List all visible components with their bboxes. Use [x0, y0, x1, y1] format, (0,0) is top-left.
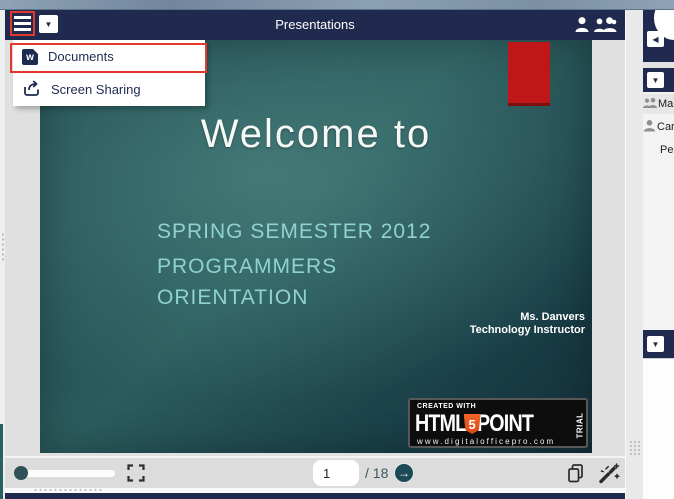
presentation-menu-dropdown: w Documents Screen Sharing [13, 40, 205, 106]
page-total-label: / 18 [365, 465, 388, 481]
html5point-trial-badge: CREATED WITH HTML 5 POINT www.digitaloff… [408, 398, 588, 448]
panel-resize-handle[interactable] [629, 440, 641, 456]
panel-gutter [625, 10, 643, 499]
slide-subtitle-line1: SPRING SEMESTER 2012 [157, 220, 431, 244]
credit-role: Technology Instructor [470, 324, 585, 337]
word-document-icon: w [22, 49, 38, 65]
window-bottom-edge [5, 493, 625, 499]
lower-panel-body [643, 358, 674, 499]
copy-pages-icon[interactable] [566, 463, 587, 489]
badge-created-with: CREATED WITH [417, 403, 476, 410]
users-list-header-bar: ▼ [643, 68, 674, 92]
lower-panel-header-bar: ▼ [643, 330, 674, 358]
fullscreen-icon[interactable] [127, 464, 145, 482]
slide-title: Welcome to [40, 112, 592, 157]
users-panel: ◀ ▼ Mai Car Peg ▼ [643, 10, 674, 499]
slide-subtitle-line2: PROGRAMMERS [157, 255, 337, 279]
menu-item-label: Screen Sharing [51, 82, 141, 97]
slide-credits: Ms. Danvers Technology Instructor [470, 311, 585, 337]
caret-left-icon: ◀ [652, 35, 658, 44]
credit-name: Ms. Danvers [470, 311, 585, 324]
caret-down-icon: ▼ [652, 76, 660, 85]
left-window-edge [0, 424, 3, 499]
slide-subtitle-line3: ORIENTATION [157, 286, 308, 310]
list-item-label: Peg [660, 144, 674, 156]
person-icon[interactable] [575, 16, 589, 38]
badge-trial-label: TRIAL [575, 412, 584, 438]
person-icon [643, 119, 656, 135]
group-icon[interactable] [594, 16, 617, 38]
list-item-user[interactable]: Peg [643, 140, 674, 160]
users-panel-header: ◀ [643, 10, 674, 62]
screen-share-icon [22, 79, 41, 100]
caret-down-icon: ▼ [652, 340, 660, 349]
presentation-header: ▼ Presentations [5, 10, 625, 40]
zoom-slider-knob[interactable] [14, 466, 28, 480]
window-title: Presentations [5, 17, 625, 32]
arrow-right-icon: → [398, 466, 410, 480]
menu-item-documents[interactable]: w Documents [13, 40, 205, 73]
badge-url: www.digitalofficepro.com [417, 437, 555, 446]
next-slide-button[interactable]: → [394, 463, 414, 483]
list-item-label: Car [657, 121, 674, 133]
list-item-user[interactable]: Car [643, 116, 674, 138]
badge-brand-html: HTML [415, 410, 466, 438]
window-top-edge [0, 0, 674, 10]
zoom-slider-track[interactable] [14, 470, 115, 477]
badge-brand-point: POINT [477, 410, 533, 438]
slide-red-decoration [508, 42, 550, 106]
list-item-label: Mai [658, 98, 674, 110]
presentation-toolbar: / 18 → [5, 456, 625, 488]
list-item-room[interactable]: Mai [643, 94, 674, 114]
page-number-input[interactable] [313, 460, 359, 486]
group-icon [643, 97, 657, 112]
lower-panel-dropdown-button[interactable]: ▼ [647, 336, 664, 352]
collapse-panel-button[interactable]: ◀ [647, 31, 664, 47]
menu-item-label: Documents [48, 49, 114, 64]
users-list-dropdown-button[interactable]: ▼ [647, 72, 664, 88]
magic-wand-icon[interactable] [597, 462, 620, 490]
app-window: ▼ Presentations Welcome to SPRING SEMEST… [0, 0, 674, 499]
menu-item-screen-sharing[interactable]: Screen Sharing [13, 73, 205, 106]
